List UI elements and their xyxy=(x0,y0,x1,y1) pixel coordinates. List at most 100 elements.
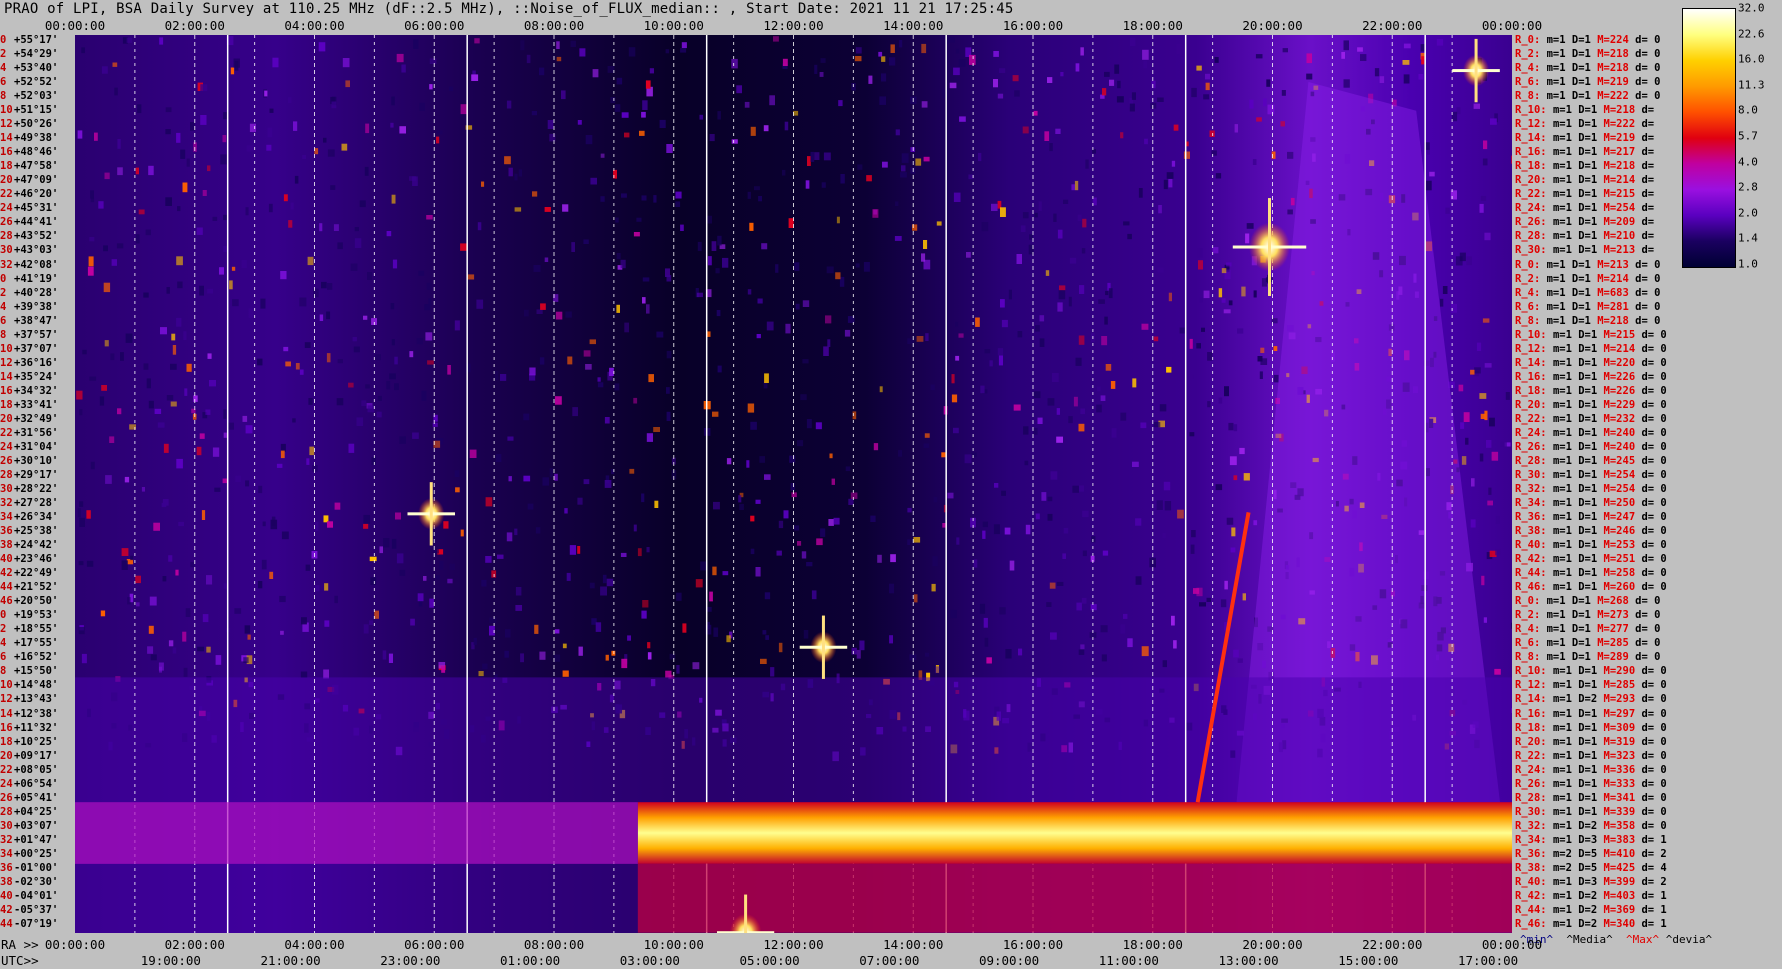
heatmap-cell xyxy=(913,537,921,543)
heatmap-cell xyxy=(878,51,883,57)
heatmap-cell xyxy=(90,461,95,470)
declination-label: 0 +41°19' xyxy=(0,272,59,285)
heatmap-cell xyxy=(359,200,366,208)
heatmap-cell xyxy=(1252,159,1257,165)
heatmap-cell xyxy=(390,303,395,310)
heatmap-cell xyxy=(675,201,681,207)
heatmap-cell xyxy=(600,586,607,596)
tick-label: 02:00:00 xyxy=(164,937,225,952)
heatmap-cell xyxy=(190,122,195,131)
heatmap-cell xyxy=(597,377,601,382)
heatmap-cell xyxy=(143,292,149,298)
heatmap-cell xyxy=(621,658,628,669)
heatmap-cell xyxy=(1473,103,1480,109)
heatmap-cell xyxy=(184,388,188,396)
heatmap-cell xyxy=(921,101,928,108)
declination-label: 26+05°41' xyxy=(0,791,59,804)
heatmap-cell xyxy=(821,182,826,188)
heatmap-cell xyxy=(1168,292,1172,302)
stat-row: R_28: m=1 D=1 M=210 d= xyxy=(1515,230,1655,243)
heatmap-cell xyxy=(764,592,771,600)
heatmap-cell xyxy=(391,538,397,549)
heatmap-cell xyxy=(856,649,861,659)
heatmap-cell xyxy=(925,652,930,657)
heatmap-cell xyxy=(416,338,423,345)
heatmap-cell xyxy=(756,334,761,339)
heatmap-cell xyxy=(429,84,433,90)
heatmap-cell xyxy=(469,449,477,458)
heatmap-cell xyxy=(981,222,989,232)
heatmap-cell xyxy=(485,497,493,507)
heatmap-cell xyxy=(388,653,393,663)
heatmap-cell xyxy=(1263,98,1267,107)
heatmap-cell xyxy=(953,427,959,434)
utc-axis-prefix: UTC>> xyxy=(1,953,39,968)
heatmap-cell xyxy=(921,253,926,262)
heatmap-cell xyxy=(1241,286,1246,297)
heatmap-cell xyxy=(333,224,339,231)
heatmap-cell xyxy=(350,263,358,271)
tick-label: 06:00:00 xyxy=(404,937,465,952)
heatmap-cell xyxy=(206,646,211,653)
heatmap-cell xyxy=(1141,323,1149,330)
heatmap-cell xyxy=(1237,328,1244,334)
heatmap-cell xyxy=(186,363,192,372)
heatmap-cell xyxy=(556,41,560,49)
stat-row: R_6: m=1 D=1 M=281 d= 0 xyxy=(1515,300,1661,313)
heatmap-cell xyxy=(1484,363,1492,368)
heatmap-cell xyxy=(264,90,268,97)
heatmap-cell xyxy=(1068,416,1073,424)
heatmap-cell xyxy=(212,216,218,221)
colorbar-label: 4.0 xyxy=(1738,155,1758,169)
heatmap-cell xyxy=(793,525,800,531)
heatmap-cell xyxy=(89,376,97,381)
heatmap-cell xyxy=(202,190,207,196)
heatmap-cell xyxy=(1004,527,1011,535)
heatmap-cell xyxy=(127,597,131,605)
heatmap-cell xyxy=(595,622,602,632)
heatmap-cell xyxy=(154,408,162,414)
heatmap-cell xyxy=(1096,404,1102,413)
heatmap-cell xyxy=(1343,40,1349,51)
heatmap-cell xyxy=(507,436,514,441)
heatmap-cell xyxy=(802,359,809,364)
heatmap-cell xyxy=(79,517,85,527)
heatmap-cell xyxy=(212,447,220,457)
heatmap-cell xyxy=(1260,358,1268,365)
heatmap-cell xyxy=(1403,43,1411,49)
declination-label: 42+22°49' xyxy=(0,567,59,580)
heatmap-cell xyxy=(1228,422,1234,431)
declination-label: 12+50°26' xyxy=(0,118,59,131)
heatmap-cell xyxy=(1403,74,1410,84)
heatmap-cell xyxy=(645,80,651,89)
heatmap-cell xyxy=(206,575,213,585)
heatmap-cell xyxy=(449,563,455,570)
heatmap-cell xyxy=(532,191,538,197)
heatmap-cell xyxy=(1480,195,1487,201)
heatmap-cell xyxy=(1221,268,1227,274)
heatmap-cell xyxy=(1046,602,1052,607)
tick-label: 18:00:00 xyxy=(1122,937,1183,952)
heatmap-cell xyxy=(1218,397,1223,404)
heatmap-cell xyxy=(110,353,115,361)
heatmap-cell xyxy=(641,610,647,619)
heatmap-cell xyxy=(126,37,133,43)
heatmap-cell xyxy=(680,48,687,53)
heatmap-cell xyxy=(823,346,829,356)
heatmap-cell xyxy=(1037,417,1043,424)
declination-label: 12+13°43' xyxy=(0,693,59,706)
heatmap-cell xyxy=(1057,229,1063,239)
heatmap-cell xyxy=(170,363,177,370)
tick-label: 13:00:00 xyxy=(1218,953,1279,968)
tick-label: 01:00:00 xyxy=(499,953,561,968)
heatmap-cell xyxy=(549,468,554,478)
heatmap-cell xyxy=(1096,386,1101,392)
heatmap-cell xyxy=(367,272,372,280)
heatmap-cell xyxy=(722,257,729,268)
colorbar-label: 1.4 xyxy=(1738,231,1758,245)
heatmap-cell xyxy=(293,121,298,131)
heatmap-cell xyxy=(1183,151,1190,159)
tick-label: 22:00:00 xyxy=(1362,18,1423,33)
heatmap-cell xyxy=(1495,548,1501,556)
heatmap-cell xyxy=(1090,604,1097,611)
